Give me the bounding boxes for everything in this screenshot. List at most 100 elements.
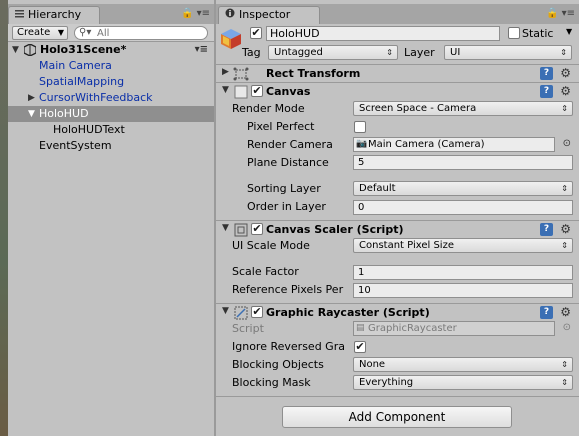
- blocking-objects-dropdown[interactable]: None ⇕: [353, 357, 573, 372]
- hierarchy-panel: Hierarchy 🔒 ▾≡ Create ▼ ⚲▾ ▼ Holo31Scene…: [8, 4, 214, 436]
- hierarchy-tab-actions: 🔒 ▾≡: [181, 8, 210, 19]
- chevron-down-icon[interactable]: ▼: [566, 27, 572, 36]
- expand-down-icon[interactable]: ▼: [28, 106, 35, 122]
- ignore-reversed-checkbox[interactable]: ✔: [354, 341, 366, 353]
- expand-right-icon[interactable]: ▶: [222, 67, 229, 77]
- camera-icon: 📷: [356, 139, 368, 149]
- sorting-layer-value: Default: [359, 183, 396, 194]
- hierarchy-item-eventsystem[interactable]: EventSystem: [8, 138, 214, 154]
- expand-down-icon[interactable]: ▼: [222, 223, 229, 233]
- object-picker-icon[interactable]: ⊙: [563, 136, 571, 152]
- tab-inspector[interactable]: Inspector: [218, 6, 320, 24]
- render-mode-label: Render Mode: [232, 102, 305, 115]
- gear-icon[interactable]: ⚙: [560, 222, 571, 236]
- scene-row[interactable]: ▼ Holo31Scene* ▾≡: [8, 42, 214, 58]
- panel-menu-icon[interactable]: ▾≡: [562, 8, 575, 19]
- graphic-raycaster-icon: [234, 306, 248, 320]
- hierarchy-item-spatial-mapping[interactable]: SpatialMapping: [8, 74, 214, 90]
- dropdown-arrows-icon: ⇕: [561, 360, 568, 369]
- order-in-layer-label: Order in Layer: [247, 200, 326, 213]
- hierarchy-item-holohud[interactable]: ▼ HoloHUD: [8, 106, 214, 122]
- blocking-objects-label: Blocking Objects: [232, 358, 324, 371]
- render-camera-value: Main Camera (Camera): [368, 139, 485, 150]
- add-component-button[interactable]: Add Component: [282, 406, 512, 428]
- hierarchy-item-label: CursorWithFeedback: [39, 91, 153, 104]
- hierarchy-item-main-camera[interactable]: Main Camera: [8, 58, 214, 74]
- lock-icon[interactable]: 🔒: [181, 8, 193, 19]
- help-icon[interactable]: ?: [540, 223, 553, 236]
- gameobject-header: ✔ HoloHUD Static ▼ Tag Untagged ⇕ Layer …: [216, 24, 579, 66]
- scale-factor-field[interactable]: 1: [353, 265, 573, 280]
- section-divider: [216, 396, 579, 397]
- sorting-layer-dropdown[interactable]: Default ⇕: [353, 181, 573, 196]
- create-button[interactable]: Create ▼: [12, 26, 68, 40]
- info-icon: [225, 7, 235, 23]
- rect-transform-icon: [232, 67, 249, 81]
- search-field[interactable]: ⚲▾: [74, 26, 208, 40]
- dropdown-arrows-icon: ⇕: [561, 104, 568, 113]
- scene-name: Holo31Scene*: [40, 43, 127, 56]
- hierarchy-item-label: EventSystem: [39, 139, 112, 152]
- graphic-raycaster-header[interactable]: ▼ ✔ Graphic Raycaster (Script) ? ⚙: [216, 303, 579, 321]
- blocking-mask-dropdown[interactable]: Everything ⇕: [353, 375, 573, 390]
- plane-distance-field[interactable]: 5: [353, 155, 573, 170]
- scale-factor-label: Scale Factor: [232, 265, 299, 278]
- canvas-title: Canvas: [266, 85, 311, 98]
- canvas-header[interactable]: ▼ ✔ Canvas ? ⚙: [216, 82, 579, 100]
- inspector-tabstrip: Inspector 🔒 ▾≡: [216, 4, 579, 24]
- canvas-scaler-header[interactable]: ▼ ✔ Canvas Scaler (Script) ? ⚙: [216, 220, 579, 238]
- search-icon: ⚲▾: [79, 27, 92, 38]
- hierarchy-item-holohudtext[interactable]: HoloHUDText: [8, 122, 214, 138]
- reference-pixels-label: Reference Pixels Per: [232, 283, 344, 296]
- gear-icon[interactable]: ⚙: [560, 305, 571, 319]
- gameobject-cube-icon[interactable]: [220, 28, 242, 50]
- expand-right-icon[interactable]: ▶: [28, 90, 35, 106]
- scene-menu-icon[interactable]: ▾≡: [195, 42, 208, 58]
- canvas-icon: [234, 85, 248, 99]
- blocking-objects-value: None: [359, 359, 386, 370]
- script-field: ▤ GraphicRaycaster: [353, 321, 555, 336]
- lock-icon[interactable]: 🔒: [546, 8, 558, 19]
- graphic-raycaster-enabled-checkbox[interactable]: ✔: [251, 306, 263, 318]
- reference-pixels-field[interactable]: 10: [353, 283, 573, 298]
- layer-value: UI: [450, 47, 461, 58]
- layer-label: Layer: [404, 46, 435, 59]
- render-camera-label: Render Camera: [247, 138, 333, 151]
- help-icon[interactable]: ?: [540, 306, 553, 319]
- sorting-layer-label: Sorting Layer: [247, 182, 321, 195]
- expand-down-icon[interactable]: ▼: [222, 306, 229, 316]
- help-icon[interactable]: ?: [540, 85, 553, 98]
- expand-down-icon[interactable]: ▼: [12, 42, 19, 58]
- canvas-scaler-enabled-checkbox[interactable]: ✔: [251, 223, 263, 235]
- search-input[interactable]: [97, 27, 207, 39]
- blocking-mask-label: Blocking Mask: [232, 376, 311, 389]
- help-icon[interactable]: ?: [540, 67, 553, 80]
- gear-icon[interactable]: ⚙: [560, 66, 571, 80]
- hierarchy-item-cursor-with-feedback[interactable]: ▶ CursorWithFeedback: [8, 90, 214, 106]
- hierarchy-item-label: SpatialMapping: [39, 75, 125, 88]
- render-mode-dropdown[interactable]: Screen Space - Camera ⇕: [353, 101, 573, 116]
- static-checkbox[interactable]: [508, 27, 520, 39]
- order-in-layer-field[interactable]: 0: [353, 200, 573, 215]
- script-label: Script: [232, 322, 264, 335]
- script-value: GraphicRaycaster: [368, 323, 457, 334]
- dropdown-arrows-icon: ⇕: [561, 378, 568, 387]
- tag-dropdown[interactable]: Untagged ⇕: [268, 45, 398, 60]
- create-button-label: Create: [17, 27, 51, 38]
- object-name-field[interactable]: HoloHUD: [266, 26, 500, 41]
- canvas-enabled-checkbox[interactable]: ✔: [251, 85, 263, 97]
- ui-scale-mode-dropdown[interactable]: Constant Pixel Size ⇕: [353, 238, 573, 253]
- tag-label: Tag: [242, 46, 261, 59]
- expand-down-icon[interactable]: ▼: [222, 85, 229, 95]
- layer-dropdown[interactable]: UI ⇕: [444, 45, 572, 60]
- pixel-perfect-checkbox[interactable]: [354, 121, 366, 133]
- render-mode-value: Screen Space - Camera: [359, 103, 477, 114]
- active-checkbox[interactable]: ✔: [250, 27, 262, 39]
- ignore-reversed-label: Ignore Reversed Gra: [232, 340, 345, 353]
- static-label: Static: [522, 27, 554, 40]
- panel-menu-icon[interactable]: ▾≡: [197, 8, 210, 19]
- tab-hierarchy[interactable]: Hierarchy: [8, 6, 100, 24]
- gear-icon[interactable]: ⚙: [560, 84, 571, 98]
- rect-transform-header[interactable]: ▶ Rect Transform ? ⚙: [216, 64, 579, 82]
- render-camera-field[interactable]: 📷 Main Camera (Camera): [353, 137, 555, 152]
